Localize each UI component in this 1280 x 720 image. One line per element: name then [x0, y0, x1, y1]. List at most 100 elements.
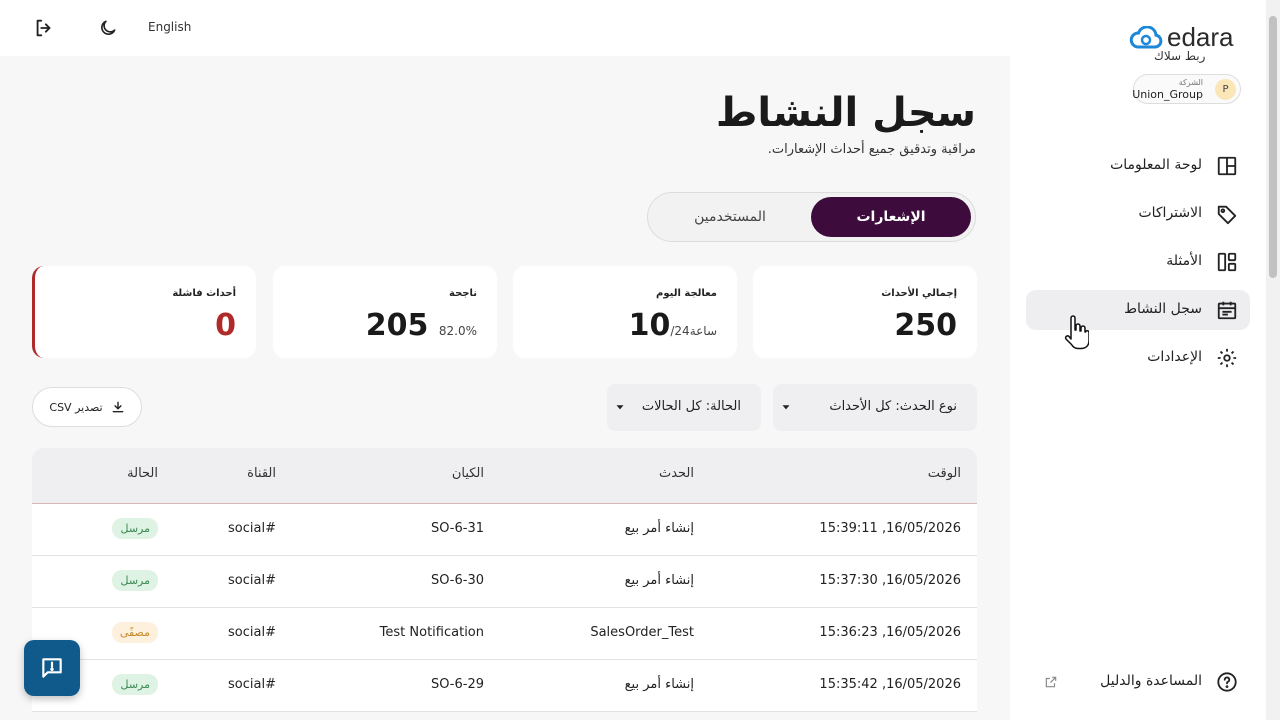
sidebar-item-label: الأمثلة [1166, 253, 1202, 269]
table-row[interactable]: 15:35:42 ,16/05/2026 إنشاء أمر بيع SO-6-… [32, 660, 977, 712]
cell-time: 15:35:42 ,16/05/2026 [819, 677, 961, 692]
chevron-down-icon [782, 405, 790, 410]
avatar: P [1215, 79, 1236, 100]
page-scrollbar[interactable] [1266, 0, 1280, 720]
gear-icon [1217, 348, 1237, 368]
stat-card-successful: ناجحة 205 82.0% [273, 266, 497, 358]
status-cell: مصفًى [111, 622, 158, 643]
cell-event: إنشاء أمر بيع [624, 677, 694, 692]
stat-value: 0 [215, 308, 236, 343]
table-row[interactable]: 15:39:11 ,16/05/2026 إنشاء أمر بيع SO-6-… [32, 504, 977, 556]
column-header-status: الحالة [127, 466, 158, 481]
stat-value-group: 205 82.0% [366, 308, 477, 343]
column-header-channel: القناة [247, 466, 276, 481]
table-header: الوقت الحدث الكيان القناة الحالة [32, 448, 977, 504]
chat-feedback-button[interactable] [24, 640, 80, 696]
status-cell: مرسل [112, 518, 158, 539]
sidebar-item-label: لوحة المعلومات [1110, 157, 1202, 173]
status-badge: مرسل [112, 518, 158, 539]
chevron-down-icon [616, 405, 624, 410]
stat-label: أحداث فاشلة [172, 288, 236, 299]
stat-value: 205 [365, 308, 429, 343]
status-filter[interactable]: الحالة: كل الحالات [607, 384, 761, 431]
cell-entity: SO-6-30 [430, 573, 484, 588]
event-type-filter-label: نوع الحدث: كل الأحداث [829, 399, 957, 414]
cell-channel: social# [228, 677, 276, 692]
sidebar-item-help[interactable]: المساعدة والدليل [1026, 662, 1250, 702]
status-cell: مرسل [112, 570, 158, 591]
stat-card-failed-events: أحداث فاشلة 0 [32, 266, 256, 358]
stat-unit: ساعة [689, 324, 717, 338]
export-csv-button[interactable]: تصدير CSV [32, 387, 142, 427]
company-selector[interactable]: الشركة Union_Group P [1132, 74, 1241, 104]
sidebar-item-activity-log[interactable]: سجل النشاط [1026, 290, 1250, 330]
cell-time: 15:37:30 ,16/05/2026 [819, 573, 961, 588]
table-row[interactable]: 15:36:23 ,16/05/2026 SalesOrder_Test Tes… [32, 608, 977, 660]
status-badge: مرسل [112, 674, 158, 695]
page-subtitle: مراقبة وتدقيق جميع أحداث الإشعارات. [767, 142, 976, 157]
column-header-time: الوقت [927, 466, 961, 481]
cell-channel: social# [228, 521, 276, 536]
external-link-icon [1045, 676, 1057, 688]
company-label: الشركة [1178, 78, 1203, 87]
company-name: Union_Group [1132, 88, 1203, 101]
log-tabs: الإشعارات المستخدمين [647, 192, 976, 242]
calendar-log-icon [1217, 301, 1237, 320]
table-row[interactable]: 15:37:30 ,16/05/2026 إنشاء أمر بيع SO-6-… [32, 556, 977, 608]
cell-event: SalesOrder_Test [590, 625, 694, 640]
templates-icon [1217, 252, 1237, 272]
page-title: سجل النشاط [715, 90, 976, 136]
sidebar-item-label: سجل النشاط [1124, 301, 1202, 317]
help-icon [1217, 672, 1237, 692]
sidebar-item-templates[interactable]: الأمثلة [1026, 242, 1250, 282]
brand-subtitle: ربط سلاك [1154, 49, 1206, 63]
stat-value: 250 [894, 308, 957, 343]
stat-label: ناجحة [449, 288, 477, 299]
status-badge: مرسل [112, 570, 158, 591]
event-type-filter[interactable]: نوع الحدث: كل الأحداث [773, 384, 977, 431]
chat-icon [42, 658, 62, 678]
tag-icon [1217, 205, 1237, 225]
dashboard-icon [1217, 156, 1237, 176]
stat-value-group: ساعة 10/24 [629, 308, 717, 343]
main-content: سجل النشاط مراقبة وتدقيق جميع أحداث الإش… [0, 56, 1010, 720]
cell-time: 15:36:23 ,16/05/2026 [819, 625, 961, 640]
export-csv-label: تصدير CSV [49, 400, 103, 414]
sidebar-item-settings[interactable]: الإعدادات [1026, 338, 1250, 378]
stat-percent: 82.0% [438, 324, 477, 338]
column-header-entity: الكيان [451, 466, 484, 481]
cell-event: إنشاء أمر بيع [624, 521, 694, 536]
scrollbar-thumb[interactable] [1269, 16, 1277, 278]
activity-table: الوقت الحدث الكيان القناة الحالة 15:39:1… [32, 448, 977, 712]
status-filter-label: الحالة: كل الحالات [641, 399, 741, 414]
cell-channel: social# [228, 625, 276, 640]
status-cell: مرسل [112, 674, 158, 695]
sidebar-item-label: الاشتراكات [1138, 205, 1202, 221]
stat-card-processed-today: معالجة اليوم ساعة 10/24 [513, 266, 737, 358]
cell-time: 15:39:11 ,16/05/2026 [819, 521, 961, 536]
cell-entity: SO-6-31 [430, 521, 484, 536]
language-switch[interactable]: English [148, 20, 191, 34]
sidebar-item-dashboard[interactable]: لوحة المعلومات [1026, 146, 1250, 186]
tab-users[interactable]: المستخدمين [650, 197, 810, 237]
cell-channel: social# [228, 573, 276, 588]
logout-icon[interactable] [32, 16, 56, 40]
top-bar: English [0, 0, 1010, 56]
download-icon [112, 401, 123, 413]
stat-card-total-events: إجمالي الأحداث 250 [753, 266, 977, 358]
cloud-logo-icon [1129, 25, 1163, 48]
stat-label: إجمالي الأحداث [881, 288, 957, 299]
tab-notifications[interactable]: الإشعارات [811, 197, 971, 237]
stat-suffix: /24 [670, 324, 690, 338]
stat-label: معالجة اليوم [656, 288, 717, 299]
sidebar-item-label: الإعدادات [1147, 349, 1202, 365]
hand-pointer-cursor-icon [1064, 315, 1089, 350]
stat-value: 10 [628, 308, 671, 343]
sidebar-item-subscriptions[interactable]: الاشتراكات [1026, 194, 1250, 234]
status-badge: مصفًى [111, 622, 158, 643]
sidebar-item-label: المساعدة والدليل [1100, 673, 1202, 689]
sidebar: edara ربط سلاك الشركة Union_Group P لوحة… [1010, 0, 1266, 720]
dark-mode-moon-icon[interactable] [96, 16, 120, 40]
column-header-event: الحدث [658, 466, 694, 481]
cell-event: إنشاء أمر بيع [624, 573, 694, 588]
